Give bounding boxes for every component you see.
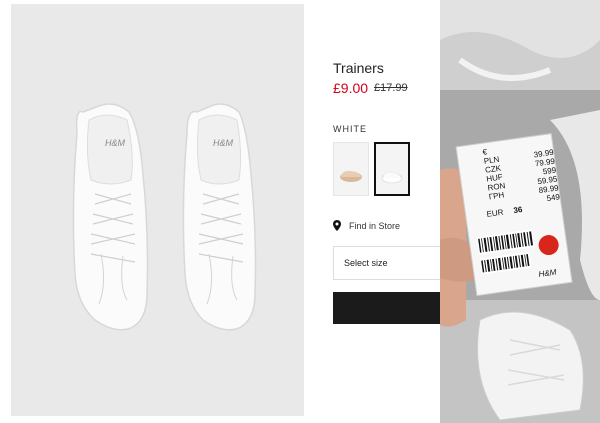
find-in-store-link[interactable]: Find in Store xyxy=(333,220,400,231)
product-info-panel: Trainers £9.00 £17.99 WHITE Find in Stor… xyxy=(304,0,440,423)
size-select[interactable]: Select size xyxy=(333,246,440,280)
find-in-store-label: Find in Store xyxy=(349,220,401,231)
tan-shoe-thumbnail xyxy=(340,170,362,182)
right-shoe-brand: H&M xyxy=(213,138,234,148)
sale-price: £9.00 xyxy=(333,80,369,96)
left-shoe-brand: H&M xyxy=(105,138,126,148)
color-swatch-tan[interactable] xyxy=(333,142,369,196)
color-swatch-white[interactable] xyxy=(374,142,410,196)
price-tag-photo: € PLN CZK HUF RON ГРН 39.99 79.99 599 59… xyxy=(440,0,600,423)
original-price: £17.99 xyxy=(374,82,408,94)
add-to-bag-button[interactable] xyxy=(333,292,440,324)
tag-size-value: 36 xyxy=(512,204,523,216)
color-label: WHITE xyxy=(333,124,367,134)
map-pin-icon xyxy=(333,220,341,231)
product-image[interactable]: H&M H&M xyxy=(11,4,304,416)
sneakers-illustration: H&M H&M xyxy=(72,103,257,331)
product-title: Trainers xyxy=(333,60,384,76)
white-shoe-thumbnail xyxy=(381,171,403,184)
